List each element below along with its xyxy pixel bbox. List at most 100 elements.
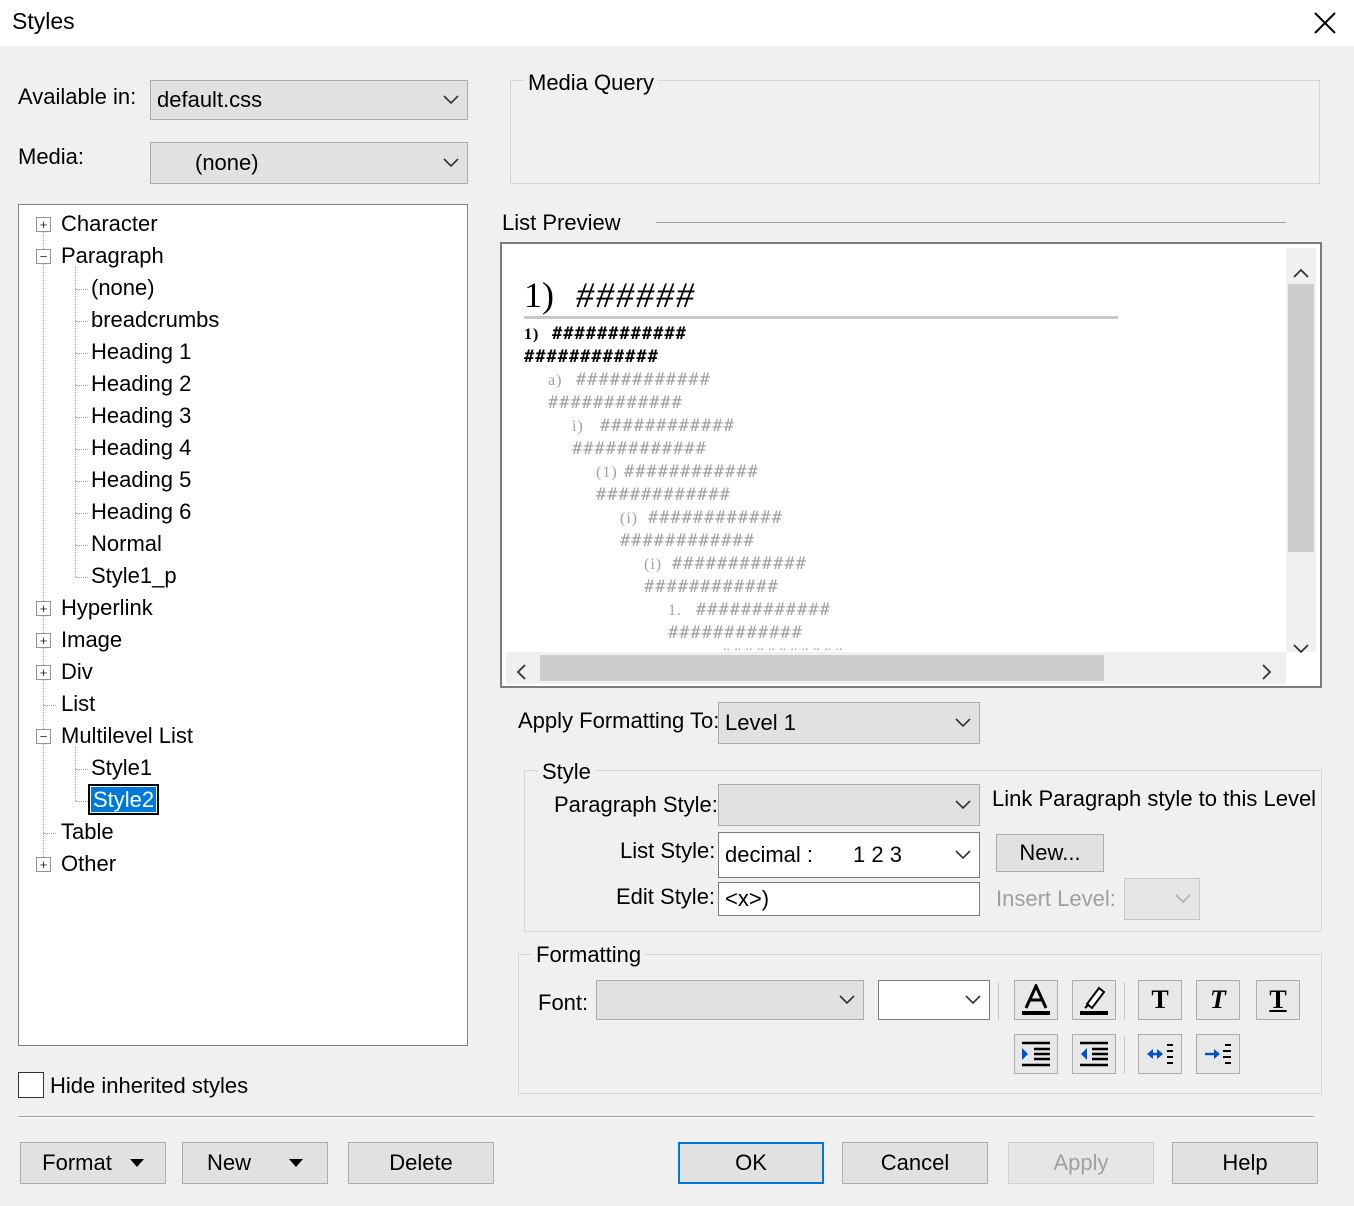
collapse-icon[interactable]: −	[36, 729, 51, 744]
list-style-sample: 1 2 3	[853, 842, 902, 867]
list-style-field: decimal : 1 2 3	[719, 842, 947, 868]
tree-item[interactable]: Image	[61, 625, 122, 655]
tree-item[interactable]: Heading 3	[91, 401, 191, 431]
collapse-icon[interactable]: −	[36, 249, 51, 264]
tree-item[interactable]: Style1	[91, 753, 152, 783]
preview-line: ############	[668, 623, 803, 643]
tree-item[interactable]: Table	[61, 817, 114, 847]
tree-connector	[76, 385, 88, 386]
chevron-down-icon	[831, 995, 863, 1005]
edit-style-input[interactable]	[718, 882, 980, 916]
toolbar-separator	[1124, 1036, 1125, 1074]
tree-item[interactable]: Hyperlink	[61, 593, 153, 623]
tree-item[interactable]: Heading 1	[91, 337, 191, 367]
apply-formatting-dropdown[interactable]: Level 1	[718, 702, 980, 744]
scroll-right-icon[interactable]	[1262, 660, 1272, 686]
tree-item[interactable]: Paragraph	[61, 241, 164, 271]
insert-level-dropdown[interactable]	[1124, 878, 1200, 920]
horizontal-scroll-thumb[interactable]	[540, 655, 1104, 681]
chevron-down-icon	[1167, 894, 1199, 904]
tree-item-label: Table	[61, 819, 114, 844]
tree-item-label: Heading 4	[91, 435, 192, 460]
tree-connector	[76, 481, 88, 482]
increase-indent-button[interactable]	[1014, 1034, 1058, 1074]
tree-item[interactable]: breadcrumbs	[91, 305, 219, 335]
new-menu-button[interactable]: New	[182, 1142, 328, 1184]
tree-item[interactable]: Style1_p	[91, 561, 177, 591]
tree-item-label: Hyperlink	[61, 595, 153, 620]
tree-item[interactable]: Div	[61, 657, 93, 687]
preview-line-text: ############	[576, 370, 711, 390]
paragraph-style-dropdown[interactable]	[718, 784, 980, 826]
tree-item[interactable]: Multilevel List	[61, 721, 193, 751]
media-dropdown[interactable]: (none)	[150, 142, 468, 184]
scroll-up-icon[interactable]	[1293, 258, 1309, 284]
tree-item[interactable]: Heading 5	[91, 465, 191, 495]
preview-line-marker: -	[692, 648, 720, 650]
format-menu-button[interactable]: Format	[20, 1142, 166, 1184]
expand-icon[interactable]: +	[36, 633, 51, 648]
scroll-left-icon[interactable]	[516, 660, 526, 686]
tree-item-label: Normal	[91, 531, 162, 556]
caret-down-icon	[129, 1159, 144, 1167]
tree-guide-line	[75, 747, 76, 801]
bold-button[interactable]: T	[1138, 980, 1182, 1020]
apply-button[interactable]: Apply	[1008, 1142, 1154, 1184]
list-preview-separator	[656, 222, 1286, 223]
font-size-dropdown[interactable]	[878, 980, 990, 1020]
underline-button[interactable]: T	[1256, 980, 1300, 1020]
increase-indent-icon	[1022, 1041, 1050, 1067]
toolbar-separator	[1124, 982, 1125, 1020]
vertical-scroll-thumb[interactable]	[1288, 284, 1314, 552]
preview-line-text: ############	[672, 554, 807, 574]
preview-line: ############	[620, 531, 755, 551]
promote-level-button[interactable]	[1138, 1034, 1182, 1074]
tree-item-label: Heading 5	[91, 467, 192, 492]
new-button-label: New	[206, 1150, 251, 1175]
font-color-button[interactable]	[1014, 980, 1058, 1020]
vertical-scrollbar[interactable]	[1286, 248, 1316, 654]
tree-connector	[76, 449, 88, 450]
tree-guide-line	[43, 225, 44, 865]
styles-tree[interactable]: + Character − Paragraph (none) breadcrumbs Hea…	[18, 204, 468, 1046]
list-style-label: List Style:	[620, 838, 716, 863]
tree-item[interactable]: Heading 6	[91, 497, 191, 527]
ok-button[interactable]: OK	[678, 1142, 824, 1184]
scroll-down-icon[interactable]	[1293, 634, 1309, 660]
available-in-dropdown[interactable]: default.css	[150, 80, 468, 120]
hide-inherited-checkbox[interactable]	[18, 1072, 44, 1098]
italic-button[interactable]: T	[1196, 980, 1240, 1020]
cancel-button[interactable]: Cancel	[842, 1142, 988, 1184]
decrease-indent-button[interactable]	[1072, 1034, 1116, 1074]
highlight-color-button[interactable]	[1072, 980, 1116, 1020]
expand-icon[interactable]: +	[36, 857, 51, 872]
list-style-dropdown[interactable]: decimal : 1 2 3	[718, 832, 980, 878]
tree-item[interactable]: Heading 2	[91, 369, 191, 399]
font-label: Font:	[538, 990, 589, 1015]
help-button[interactable]: Help	[1172, 1142, 1318, 1184]
close-button[interactable]	[1296, 0, 1354, 46]
tree-item[interactable]: Heading 4	[91, 433, 191, 463]
tree-item-label: Style2	[87, 784, 160, 815]
tree-item[interactable]: List	[61, 689, 95, 719]
tree-item[interactable]: (none)	[91, 273, 155, 303]
preview-line: (1) ############	[596, 462, 759, 482]
tree-item[interactable]: Character	[61, 209, 158, 239]
toolbar-separator	[998, 982, 999, 1020]
expand-icon[interactable]: +	[36, 601, 51, 616]
media-value: (none)	[195, 150, 259, 175]
font-dropdown[interactable]	[596, 980, 864, 1020]
tree-item[interactable]: Style2	[87, 784, 160, 815]
demote-level-button[interactable]	[1196, 1034, 1240, 1074]
new-list-style-button[interactable]: New...	[996, 834, 1104, 872]
tree-connector	[76, 353, 88, 354]
delete-button[interactable]: Delete	[348, 1142, 494, 1184]
preview-line-text: ############	[668, 623, 803, 643]
expand-icon[interactable]: +	[36, 665, 51, 680]
tree-item[interactable]: Normal	[91, 529, 162, 559]
preview-line-marker: (1)	[596, 464, 618, 481]
tree-item-label: Heading 1	[91, 339, 192, 364]
expand-icon[interactable]: +	[36, 217, 51, 232]
horizontal-scrollbar[interactable]	[506, 652, 1286, 684]
tree-item[interactable]: Other	[61, 849, 116, 879]
